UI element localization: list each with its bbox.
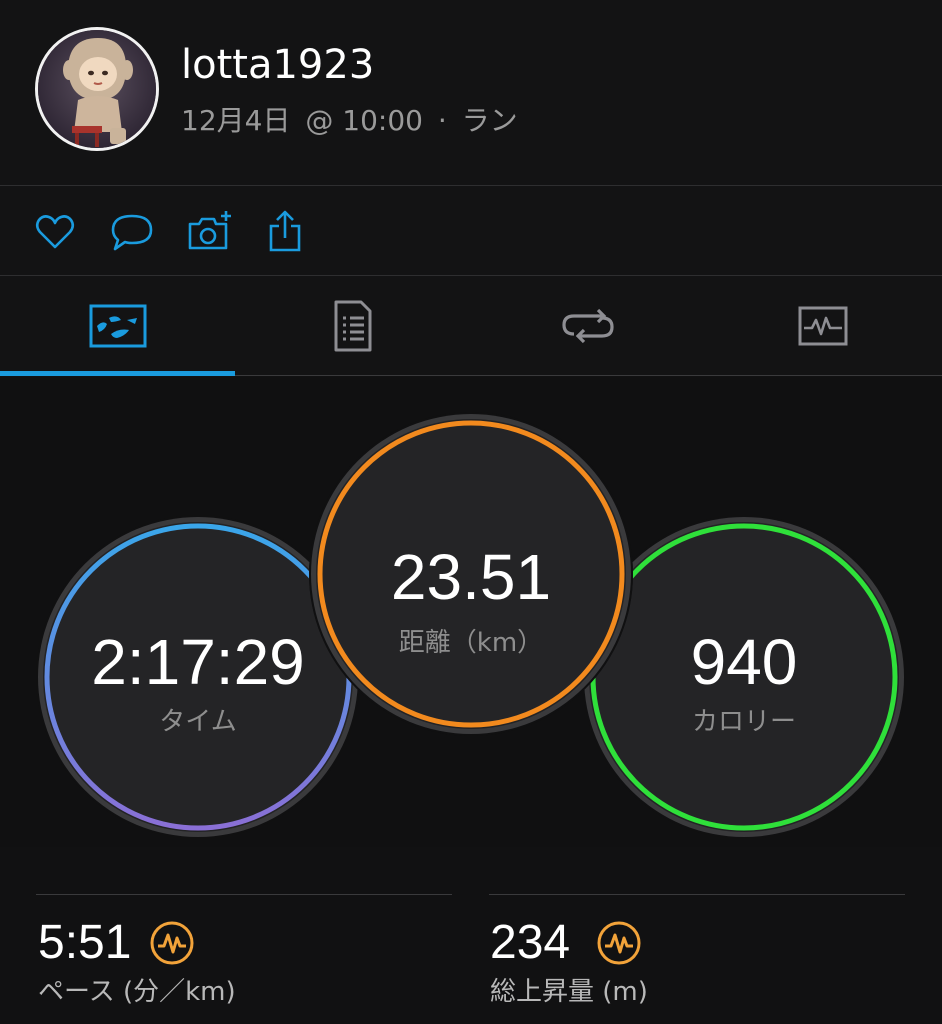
- distance-label: 距離（km）: [398, 628, 544, 658]
- chart-icon: [798, 306, 847, 346]
- pace-value: 5:51: [38, 916, 132, 969]
- activity-tabs: [0, 276, 942, 376]
- activity-date: 12月4日: [181, 104, 291, 137]
- summary-rings: 2:17:29 タイム 940 カロリー 23.51 距離（km）: [0, 377, 942, 847]
- laps-loop-icon: [561, 308, 614, 344]
- tab-stats[interactable]: [235, 276, 470, 376]
- activity-type: ラン: [461, 104, 518, 137]
- avatar[interactable]: [35, 27, 159, 151]
- map-overview-icon: [89, 304, 146, 348]
- username[interactable]: lotta1923: [181, 42, 374, 88]
- tab-charts[interactable]: [705, 276, 940, 376]
- stats-document-icon: [334, 300, 371, 352]
- activity-time: @ 10:00: [305, 104, 423, 137]
- comment-icon[interactable]: [109, 210, 153, 254]
- activity-header: lotta1923 12月4日 @ 10:00 · ラン: [0, 0, 942, 185]
- activity-badge-icon[interactable]: [596, 920, 642, 966]
- pace-divider: [36, 894, 452, 895]
- distance-ring: 23.51 距離（km）: [309, 412, 633, 736]
- ascent-divider: [489, 894, 905, 895]
- distance-value: 23.51: [390, 541, 552, 613]
- ascent-value: 234: [490, 916, 571, 969]
- pace-label: ペース (分／km): [38, 977, 236, 1007]
- action-bar: [0, 186, 942, 275]
- heart-icon[interactable]: [33, 210, 77, 254]
- active-tab-indicator: [0, 371, 235, 376]
- tab-overview[interactable]: [0, 276, 235, 376]
- activity-badge-icon[interactable]: [149, 920, 195, 966]
- tab-laps[interactable]: [470, 276, 705, 376]
- share-icon[interactable]: [265, 210, 309, 254]
- avatar-image: [38, 30, 156, 148]
- add-photo-icon[interactable]: [186, 210, 231, 254]
- meta-separator: ·: [437, 104, 447, 137]
- activity-screen: lotta1923 12月4日 @ 10:00 · ラン 2:17:29 タイム…: [0, 0, 942, 1024]
- ascent-label: 総上昇量 (m): [490, 977, 648, 1007]
- activity-meta: 12月4日 @ 10:00 · ラン: [181, 99, 524, 139]
